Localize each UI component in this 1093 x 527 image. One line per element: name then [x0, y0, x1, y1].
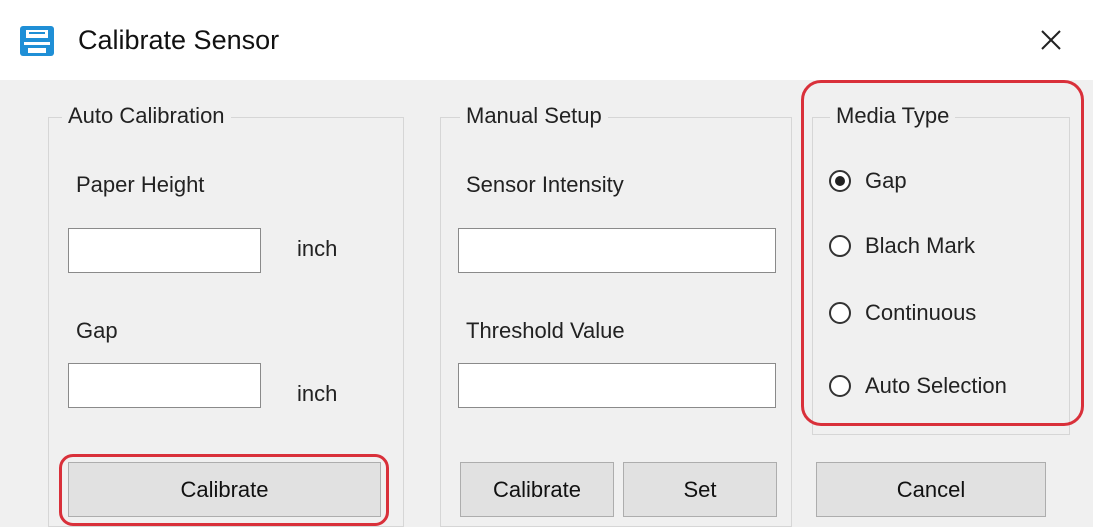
sensor-intensity-input[interactable]	[458, 228, 776, 273]
set-button[interactable]: Set	[623, 462, 777, 517]
media-type-legend: Media Type	[830, 101, 956, 131]
media-type-gap-radio[interactable]: Gap	[829, 168, 907, 194]
cancel-button[interactable]: Cancel	[816, 462, 1046, 517]
radio-unselected-icon	[829, 235, 851, 257]
radio-unselected-icon	[829, 302, 851, 324]
gap-input[interactable]	[68, 363, 261, 408]
media-type-continuous-radio[interactable]: Continuous	[829, 300, 976, 326]
title-bar: Calibrate Sensor	[0, 0, 1093, 80]
auto-calibrate-button[interactable]: Calibrate	[68, 462, 381, 517]
auto-calibration-legend: Auto Calibration	[62, 101, 231, 131]
media-type-blach-mark-radio[interactable]: Blach Mark	[829, 233, 975, 259]
manual-calibrate-button[interactable]: Calibrate	[460, 462, 614, 517]
manual-setup-legend: Manual Setup	[460, 101, 608, 131]
radio-label: Gap	[865, 168, 907, 193]
radio-selected-icon	[829, 170, 851, 192]
gap-unit: inch	[297, 381, 338, 406]
media-type-auto-selection-radio[interactable]: Auto Selection	[829, 373, 1007, 399]
radio-label: Blach Mark	[865, 233, 976, 258]
threshold-value-input[interactable]	[458, 363, 776, 408]
close-button[interactable]	[1026, 16, 1076, 64]
window-title: Calibrate Sensor	[78, 25, 280, 55]
paper-height-unit: inch	[297, 236, 338, 261]
threshold-value-label: Threshold Value	[466, 318, 625, 343]
paper-height-label: Paper Height	[76, 172, 205, 197]
sensor-intensity-label: Sensor Intensity	[466, 172, 624, 197]
calibrate-sensor-dialog: Calibrate Sensor Auto Calibration Paper …	[0, 0, 1093, 527]
printer-icon	[18, 24, 56, 58]
radio-unselected-icon	[829, 375, 851, 397]
gap-label: Gap	[76, 318, 118, 343]
close-icon	[1041, 30, 1061, 50]
paper-height-input[interactable]	[68, 228, 261, 273]
radio-label: Auto Selection	[865, 373, 1007, 398]
radio-label: Continuous	[865, 300, 977, 325]
